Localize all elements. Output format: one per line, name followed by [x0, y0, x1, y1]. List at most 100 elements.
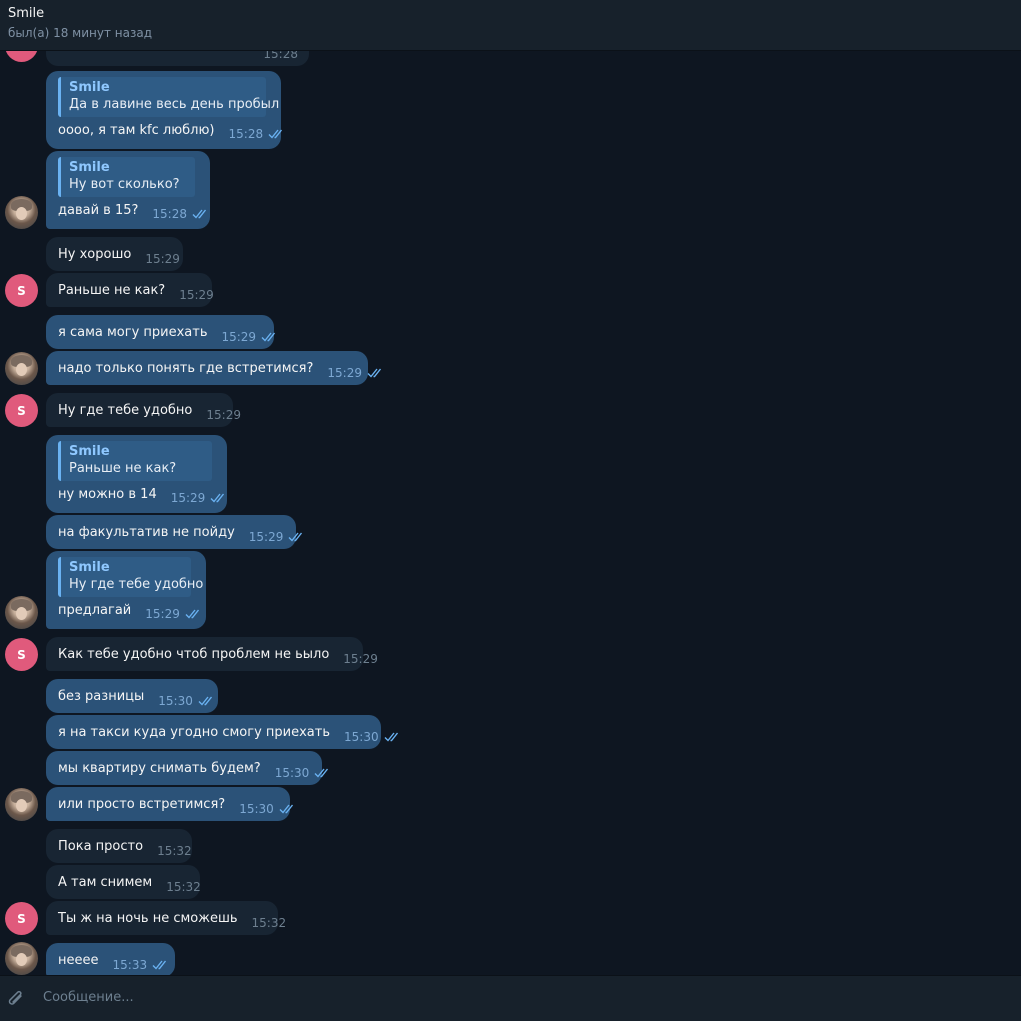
reply-text: Ну вот сколько? [69, 177, 180, 192]
last-seen-status: был(а) 18 минут назад [8, 26, 152, 40]
reply-author: Smile [69, 160, 110, 175]
message-outgoing[interactable]: мы квартиру снимать будем? 15:30 [46, 751, 329, 785]
avatar-smile[interactable]: S [5, 902, 38, 935]
message-outgoing[interactable]: я на такси куда угодно смогу приехать 15… [46, 715, 398, 749]
message-time: 15:29 [206, 407, 241, 422]
double-check-icon [152, 960, 167, 970]
avatar-letter: S [17, 911, 26, 926]
avatar-letter: S [17, 283, 26, 298]
paperclip-icon[interactable] [6, 989, 26, 1009]
message-text: Раньше не как? [58, 282, 166, 298]
message-incoming[interactable]: А там снимем 15:32 [46, 865, 201, 899]
message-incoming[interactable]: Ну хорошо 15:29 [46, 237, 183, 271]
message-time: 15:29 [170, 490, 206, 505]
avatar-letter: S [17, 403, 26, 418]
message-outgoing[interactable]: на факультатив не пойду 15:29 [46, 515, 303, 549]
avatar-letter: S [17, 647, 26, 662]
message-outgoing[interactable]: или просто встретимся? 15:30 [46, 787, 293, 821]
double-check-icon [279, 804, 293, 814]
double-check-icon [367, 368, 382, 378]
reply-author: Smile [69, 80, 110, 95]
message-outgoing[interactable]: Smile Ну вот сколько? давай в 15? 15:28 [46, 151, 210, 229]
message-time: 15:29 [248, 529, 284, 544]
message-time: 15:29 [145, 251, 180, 266]
message-incoming[interactable]: Пока просто 15:32 [46, 829, 192, 863]
double-check-icon [384, 732, 398, 742]
message-incoming[interactable]: Ну где тебе удобно 15:29 [46, 393, 241, 427]
avatar-self[interactable] [5, 352, 38, 385]
message-outgoing[interactable]: неeee 15:33 [46, 943, 175, 975]
message-time: 15:28 [152, 206, 187, 221]
message-time: 15:29 [343, 651, 378, 666]
message-time: 15:29 [145, 606, 180, 621]
message-outgoing[interactable]: Smile Раньше не как? ну можно в 14 15:29 [46, 435, 227, 513]
message-incoming[interactable]: Раньше не как? 15:29 [46, 273, 214, 307]
avatar-smile[interactable]: S [5, 51, 38, 62]
avatar-smile[interactable]: S [5, 274, 38, 307]
avatar-letter: S [17, 51, 26, 53]
message-text: неeee [58, 952, 99, 968]
message-time: 15:30 [344, 729, 379, 744]
message-text: А там снимем [58, 874, 153, 890]
reply-author: Smile [69, 444, 110, 459]
message-text: на факультатив не пойду [58, 524, 235, 540]
message-text: Как тебе удобно чтоб проблем не ьыло [58, 646, 330, 662]
avatar-smile[interactable]: S [5, 394, 38, 427]
reply-text: Ну где тебе удобно [69, 577, 204, 592]
message-incoming[interactable]: Как тебе удобно чтоб проблем не ьыло 15:… [46, 637, 378, 671]
message-time: 15:28 [228, 126, 264, 141]
message-time: 15:30 [274, 765, 310, 780]
message-text: Ну хорошо [58, 246, 132, 262]
double-check-icon [268, 129, 283, 139]
chat-title[interactable]: Smile [8, 6, 44, 21]
reply-text: Раньше не как? [69, 461, 177, 476]
message-text: Пока просто [58, 838, 144, 854]
message-text: без разницы [58, 688, 145, 704]
message-time: 15:28 [263, 51, 298, 61]
double-check-icon [314, 768, 329, 778]
avatar-self[interactable] [5, 942, 38, 975]
double-check-icon [185, 609, 199, 619]
message-outgoing[interactable]: я сама могу приехать 15:29 [46, 315, 276, 349]
message-text: я сама могу приехать [58, 324, 208, 340]
message-time: 15:32 [166, 879, 201, 894]
reply-quote[interactable]: Smile Ну где тебе удобно [58, 557, 204, 597]
message-incoming-partial[interactable]: 15:28 [46, 51, 309, 66]
message-time: 15:29 [179, 287, 214, 302]
message-time: 15:32 [251, 915, 287, 930]
message-text: ну можно в 14 [58, 486, 157, 502]
double-check-icon [288, 532, 303, 542]
message-text: Ну где тебе удобно [58, 402, 193, 418]
message-text: Ты ж на ночь не сможешь [58, 910, 238, 926]
message-text: мы квартиру снимать будем? [58, 760, 261, 776]
message-text: давай в 15? [58, 202, 139, 218]
message-outgoing[interactable]: Smile Да в лавине весь день пробыл оооо,… [46, 71, 283, 149]
message-list[interactable]: S 15:28 Smile Да в лавине весь день проб… [0, 51, 1021, 975]
message-time: 15:32 [157, 843, 192, 858]
message-time: 15:33 [112, 957, 148, 972]
message-text: или просто встретимся? [58, 796, 226, 812]
message-time: 15:29 [327, 365, 362, 380]
double-check-icon [192, 209, 207, 219]
reply-quote[interactable]: Smile Ну вот сколько? [58, 157, 195, 197]
message-outgoing[interactable]: надо только понять где встретимся? 15:29 [46, 351, 382, 385]
message-outgoing[interactable]: без разницы 15:30 [46, 679, 218, 713]
message-composer: Сообщение... [0, 975, 1021, 1021]
message-incoming[interactable]: Ты ж на ночь не сможешь 15:32 [46, 901, 286, 935]
double-check-icon [198, 696, 212, 706]
message-time: 15:29 [221, 329, 257, 344]
reply-quote[interactable]: Smile Да в лавине весь день пробыл [58, 77, 279, 117]
avatar-self[interactable] [5, 196, 38, 229]
message-input[interactable]: Сообщение... [43, 990, 134, 1005]
avatar-self[interactable] [5, 788, 38, 821]
avatar-smile[interactable]: S [5, 638, 38, 671]
reply-quote[interactable]: Smile Раньше не как? [58, 441, 212, 481]
message-text: надо только понять где встретимся? [58, 360, 314, 376]
message-text: оооо, я там kfc люблю) [58, 122, 215, 138]
message-outgoing[interactable]: Smile Ну где тебе удобно предлагай 15:29 [46, 551, 206, 629]
chat-header[interactable]: Smile был(а) 18 минут назад [0, 0, 1021, 51]
avatar-self[interactable] [5, 596, 38, 629]
message-time: 15:30 [158, 693, 193, 708]
reply-author: Smile [69, 560, 110, 575]
message-text: я на такси куда угодно смогу приехать [58, 724, 331, 740]
